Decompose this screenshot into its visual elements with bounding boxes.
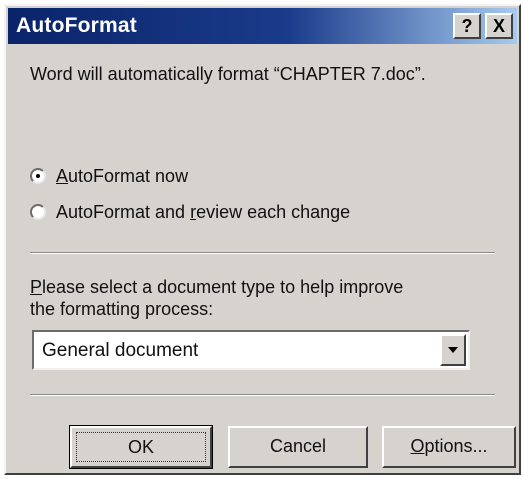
document-type-select[interactable]: General document <box>32 330 470 370</box>
dialog-title: AutoFormat <box>16 14 137 37</box>
close-button[interactable]: X <box>485 13 513 39</box>
radio-button-unchecked[interactable] <box>30 204 46 220</box>
dropdown-arrow-icon[interactable] <box>440 334 466 366</box>
ok-button-label: OK <box>76 432 206 462</box>
radio-autoformat-review[interactable]: AutoFormat and review each change <box>30 200 350 224</box>
separator <box>30 394 495 396</box>
title-bar[interactable]: AutoFormat ? X <box>8 8 517 44</box>
cancel-button[interactable]: Cancel <box>228 426 368 468</box>
radio-button-checked[interactable] <box>30 168 46 184</box>
separator <box>30 252 495 254</box>
radio-autoformat-now[interactable]: AutoFormat now <box>30 164 188 188</box>
document-type-prompt: Please select a document type to help im… <box>30 277 404 319</box>
ok-button[interactable]: OK <box>69 425 213 469</box>
autoformat-dialog: AutoFormat ? X Word will automatically f… <box>4 4 521 475</box>
radio-label-autoformat-review: AutoFormat and review each change <box>56 201 351 222</box>
document-type-value: General document <box>42 340 199 361</box>
info-message: Word will automatically format “CHAPTER … <box>30 64 426 84</box>
help-button[interactable]: ? <box>453 13 481 39</box>
radio-label-autoformat-now: AutoFormat now <box>56 165 189 186</box>
options-button[interactable]: Options... <box>382 426 516 468</box>
